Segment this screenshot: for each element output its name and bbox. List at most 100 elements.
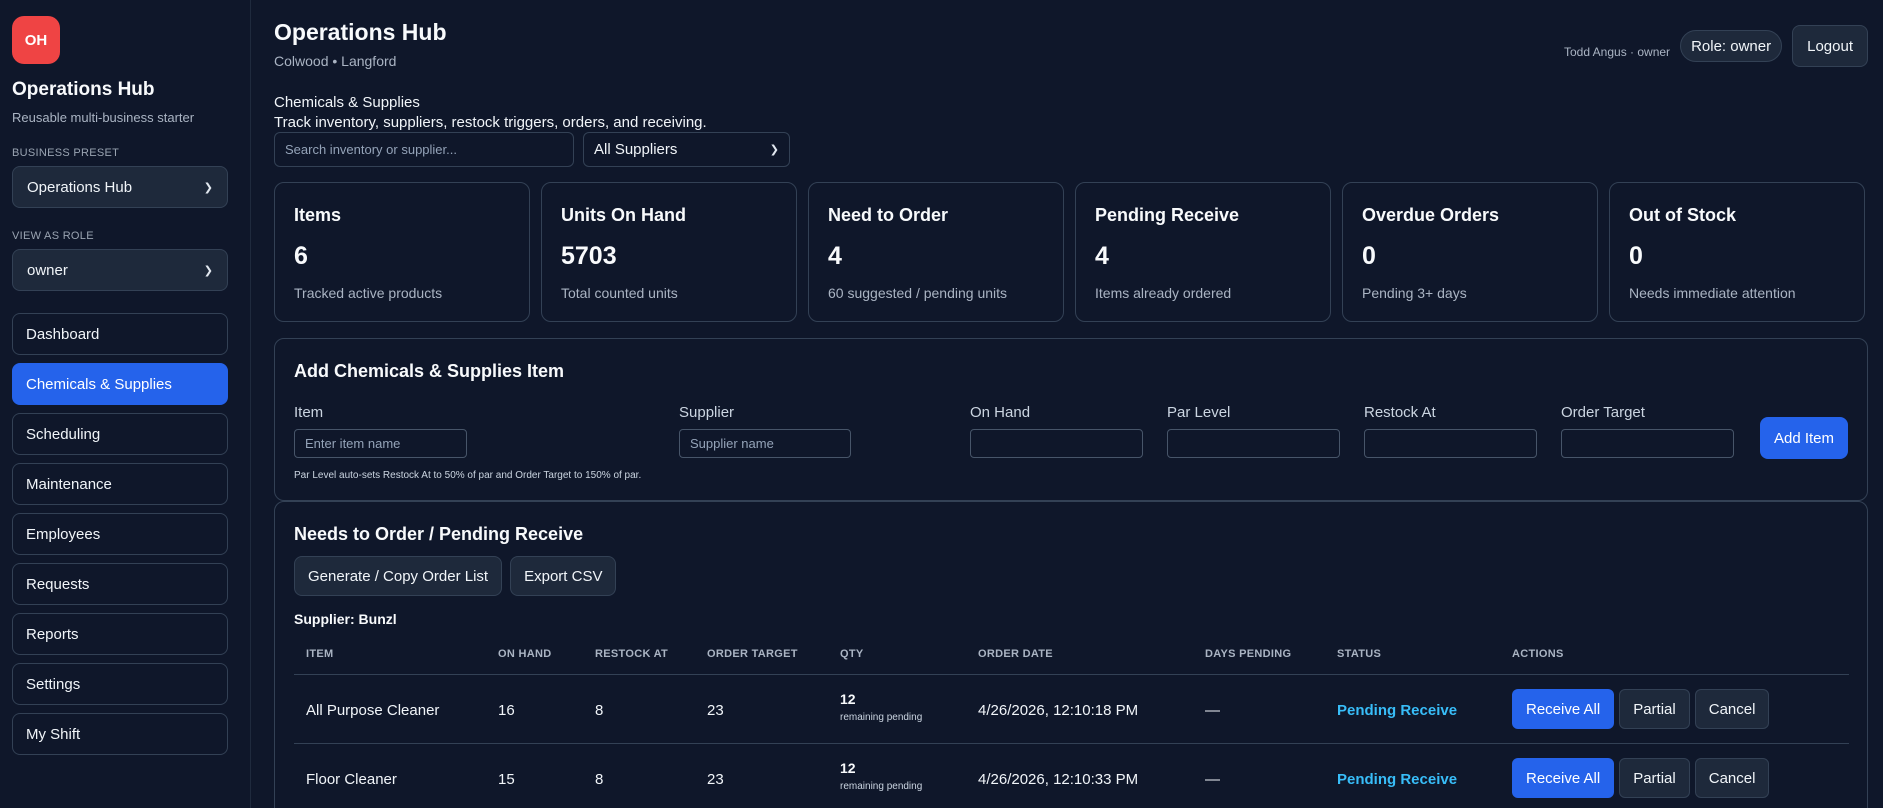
business-preset-select[interactable]: Operations Hub ❯ — [12, 166, 228, 208]
view-as-role-value: owner — [27, 261, 68, 279]
stat-card-overdue-orders: Overdue Orders 0 Pending 3+ days — [1342, 182, 1598, 322]
section-description: Track inventory, suppliers, restock trig… — [274, 114, 707, 131]
sidebar-item-requests[interactable]: Requests — [12, 563, 228, 605]
column-header-order-target: ORDER TARGET — [707, 648, 798, 660]
partial-button[interactable]: Partial — [1619, 758, 1690, 798]
page-title: Operations Hub — [274, 19, 447, 45]
supplier-filter-value: All Suppliers — [594, 141, 678, 158]
chevron-down-icon: ❯ — [203, 181, 213, 194]
sidebar-item-employees[interactable]: Employees — [12, 513, 228, 555]
stat-card-need-to-order: Need to Order 4 60 suggested / pending u… — [808, 182, 1064, 322]
column-header-on-hand: ON HAND — [498, 648, 552, 660]
app-logo: OH — [12, 16, 60, 64]
column-header-order-date: ORDER DATE — [978, 648, 1053, 660]
add-item-button[interactable]: Add Item — [1759, 417, 1848, 459]
view-as-role-select[interactable]: owner ❯ — [12, 249, 228, 291]
order-target-label: Order Target — [1561, 404, 1645, 421]
brand-subtitle: Reusable multi-business starter — [12, 110, 195, 125]
orders-panel: Needs to Order / Pending Receive Generat… — [274, 501, 1868, 808]
sidebar-item-scheduling[interactable]: Scheduling — [12, 413, 228, 455]
status-badge: Pending Receive — [1337, 771, 1458, 788]
cell-on-hand: 16 — [498, 702, 515, 719]
sidebar-item-chemicals-supplies[interactable]: Chemicals & Supplies — [12, 363, 228, 405]
column-header-status: STATUS — [1337, 648, 1382, 660]
table-row: Floor Cleaner 15 8 23 12 remaining pendi… — [294, 744, 1849, 808]
sidebar-item-settings[interactable]: Settings — [12, 663, 228, 705]
orders-title: Needs to Order / Pending Receive — [294, 524, 584, 544]
chevron-down-icon: ❯ — [203, 264, 213, 277]
cell-item: All Purpose Cleaner — [306, 702, 440, 719]
cell-restock-at: 8 — [595, 771, 604, 788]
stat-title: Units On Hand — [561, 205, 686, 225]
row-actions: Receive All Partial Cancel — [1512, 758, 1770, 798]
stat-subtitle: Pending 3+ days — [1362, 285, 1467, 301]
stat-card-items: Items 6 Tracked active products — [274, 182, 530, 322]
stat-card-out-of-stock: Out of Stock 0 Needs immediate attention — [1609, 182, 1865, 322]
column-header-qty: QTY — [840, 648, 864, 660]
stat-title: Need to Order — [828, 205, 949, 225]
cell-restock-at: 8 — [595, 702, 604, 719]
role-badge[interactable]: Role: owner — [1680, 30, 1783, 62]
orders-table: ITEM ON HAND RESTOCK AT ORDER TARGET QTY… — [294, 632, 1849, 808]
sidebar-item-maintenance[interactable]: Maintenance — [12, 463, 228, 505]
on-hand-input[interactable] — [970, 429, 1143, 458]
page-location: Colwood • Langford — [274, 53, 397, 69]
brand-title: Operations Hub — [12, 79, 155, 100]
sidebar: OH Operations Hub Reusable multi-busines… — [0, 0, 251, 808]
view-as-role-label: VIEW AS ROLE — [12, 230, 94, 242]
qty-note: remaining pending — [840, 712, 923, 723]
stat-title: Pending Receive — [1095, 205, 1240, 225]
qty-value: 12 — [840, 691, 856, 707]
generate-order-list-button[interactable]: Generate / Copy Order List — [294, 556, 503, 596]
column-header-item: ITEM — [306, 648, 334, 660]
par-level-input[interactable] — [1167, 429, 1340, 458]
sidebar-item-dashboard[interactable]: Dashboard — [12, 313, 228, 355]
search-placeholder: Search inventory or supplier... — [285, 142, 457, 157]
receive-all-button[interactable]: Receive All — [1512, 689, 1615, 729]
qty-note: remaining pending — [840, 781, 923, 792]
restock-at-label: Restock At — [1364, 404, 1436, 421]
stat-value: 0 — [1362, 242, 1376, 270]
item-name-input[interactable]: Enter item name — [294, 429, 467, 458]
user-name: Todd Angus · owner — [1563, 45, 1671, 59]
supplier-name-input[interactable]: Supplier name — [679, 429, 851, 458]
stat-card-units-on-hand: Units On Hand 5703 Total counted units — [541, 182, 797, 322]
stat-title: Out of Stock — [1629, 205, 1736, 225]
status-badge: Pending Receive — [1337, 702, 1458, 719]
user-area: Todd Angus · owner Role: owner Logout — [1564, 25, 1868, 67]
section-title: Chemicals & Supplies — [274, 94, 420, 111]
add-item-title: Add Chemicals & Supplies Item — [294, 361, 565, 381]
stat-subtitle: Total counted units — [561, 285, 678, 301]
item-name-placeholder: Enter item name — [305, 436, 401, 451]
cell-item: Floor Cleaner — [306, 771, 397, 788]
column-header-actions: ACTIONS — [1512, 648, 1564, 660]
supplier-group-heading: Supplier: Bunzl — [294, 611, 397, 627]
stats-row: Items 6 Tracked active products Units On… — [274, 182, 1865, 322]
supplier-label: Supplier — [679, 404, 735, 421]
stat-subtitle: Items already ordered — [1095, 285, 1232, 301]
order-target-input[interactable] — [1561, 429, 1734, 458]
business-preset-label: BUSINESS PRESET — [12, 147, 120, 159]
cancel-button[interactable]: Cancel — [1694, 758, 1770, 798]
sidebar-item-my-shift[interactable]: My Shift — [12, 713, 228, 755]
qty-value: 12 — [840, 760, 856, 776]
supplier-name-placeholder: Supplier name — [690, 436, 774, 451]
export-csv-button[interactable]: Export CSV — [510, 556, 617, 596]
supplier-filter-select[interactable]: All Suppliers ❯ — [583, 132, 790, 167]
logout-button[interactable]: Logout — [1792, 25, 1868, 67]
stat-value: 6 — [294, 242, 308, 270]
business-preset-value: Operations Hub — [27, 178, 133, 196]
on-hand-label: On Hand — [970, 404, 1031, 421]
stat-card-pending-receive: Pending Receive 4 Items already ordered — [1075, 182, 1331, 322]
partial-button[interactable]: Partial — [1619, 689, 1690, 729]
stat-subtitle: Needs immediate attention — [1629, 285, 1796, 301]
cell-order-target: 23 — [707, 702, 724, 719]
search-input[interactable]: Search inventory or supplier... — [274, 132, 574, 167]
restock-at-input[interactable] — [1364, 429, 1537, 458]
sidebar-item-reports[interactable]: Reports — [12, 613, 228, 655]
cell-order-date: 4/26/2026, 12:10:18 PM — [978, 702, 1139, 719]
stat-subtitle: Tracked active products — [294, 285, 443, 301]
table-row: All Purpose Cleaner 16 8 23 12 remaining… — [294, 675, 1849, 744]
cancel-button[interactable]: Cancel — [1694, 689, 1770, 729]
receive-all-button[interactable]: Receive All — [1512, 758, 1615, 798]
